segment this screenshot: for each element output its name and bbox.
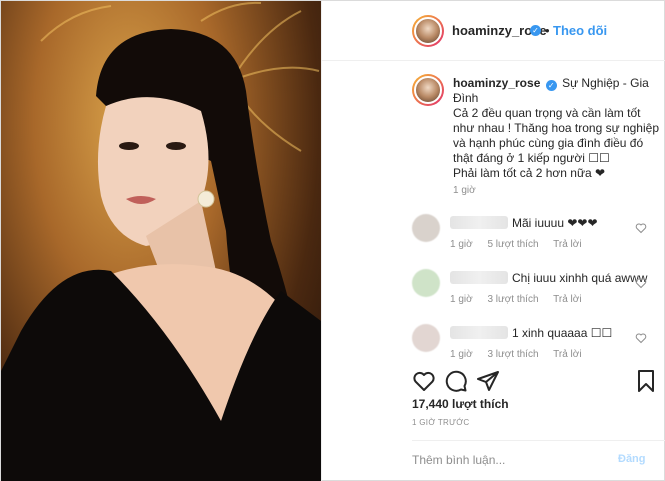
post-actions — [412, 369, 662, 395]
comments-list: hoaminzy_rose ✓ Sự Nghiệp - Gia Đình Cả … — [322, 62, 665, 359]
commenter-avatar[interactable] — [412, 214, 440, 242]
photo-illustration — [1, 1, 321, 481]
comment-text: Chị iuuu xinhh quá awww — [512, 271, 648, 285]
comment-input[interactable] — [412, 451, 612, 469]
comment-heart-icon[interactable] — [635, 332, 647, 344]
caption-time: 1 giờ — [453, 185, 476, 196]
commenter-username-blurred[interactable] — [450, 271, 508, 284]
comment-time: 1 giờ — [450, 239, 473, 250]
comment-text: 1 xinh quaaaa ☐☐ — [512, 326, 613, 340]
verified-badge-icon: ✓ — [530, 25, 541, 36]
comment-likes[interactable]: 3 lượt thích — [487, 349, 538, 359]
author-avatar[interactable] — [412, 15, 444, 47]
comment-meta: 1 giờ 3 lượt thích Trả lời — [450, 294, 594, 305]
commenter-avatar[interactable] — [412, 269, 440, 297]
likes-count[interactable]: 17,440 lượt thích — [412, 397, 509, 411]
verified-badge-icon: ✓ — [545, 80, 557, 91]
comment-likes[interactable]: 3 lượt thích — [487, 294, 538, 305]
caption-username[interactable]: hoaminzy_rose — [453, 76, 540, 90]
heart-icon[interactable] — [412, 369, 436, 393]
caption-text: hoaminzy_rose ✓ Sự Nghiệp - Gia Đình Cả … — [453, 76, 661, 181]
comment-time: 1 giờ — [450, 349, 473, 359]
commenter-avatar[interactable] — [412, 324, 440, 352]
comment-meta: 1 giờ 3 lượt thích Trả lời — [450, 349, 594, 359]
caption-line: Cả 2 đều quan trọng và cần làm tốt — [453, 106, 641, 120]
commenter-username-blurred[interactable] — [450, 326, 508, 339]
post-side-panel: hoaminzy_rose ✓ • Theo dõi hoaminzy_rose… — [321, 1, 665, 481]
comment-item: 1 xinh quaaaa ☐☐ 1 giờ 3 lượt thích Trả … — [412, 324, 665, 359]
comment-item: Mãi iuuuu ❤❤❤ 1 giờ 5 lượt thích Trả lời — [412, 214, 665, 264]
comment-likes[interactable]: 5 lượt thích — [487, 239, 538, 250]
comment-item: Chị iuuu xinhh quá awww 1 giờ 3 lượt thí… — [412, 269, 665, 319]
comment-heart-icon[interactable] — [635, 277, 647, 289]
instagram-post: hoaminzy_rose ✓ • Theo dõi hoaminzy_rose… — [0, 0, 665, 481]
bookmark-icon[interactable] — [634, 369, 658, 393]
caption-line: thật đáng ở 1 kiếp người ☐☐ — [453, 151, 610, 165]
reply-button[interactable]: Trả lời — [553, 349, 581, 359]
comment-heart-icon[interactable] — [635, 222, 647, 234]
reply-button[interactable]: Trả lời — [553, 294, 581, 305]
comment-text: Mãi iuuuu ❤❤❤ — [512, 216, 598, 230]
post-header: hoaminzy_rose ✓ • Theo dõi — [322, 1, 665, 61]
post-comment-button[interactable]: Đăng — [618, 453, 646, 465]
reply-button[interactable]: Trả lời — [553, 239, 581, 250]
caption-line: và hạnh phúc cùng gia đình điều đó — [453, 136, 644, 150]
comment-meta: 1 giờ 5 lượt thích Trả lời — [450, 239, 594, 250]
caption-author-avatar[interactable] — [412, 74, 444, 106]
comment-time: 1 giờ — [450, 294, 473, 305]
add-comment-bar: Đăng — [412, 440, 665, 481]
comment-icon[interactable] — [444, 369, 468, 393]
share-icon[interactable] — [476, 369, 500, 393]
post-timestamp: 1 GIỜ TRƯỚC — [412, 418, 470, 427]
caption-line: như nhau ! Thăng hoa trong sự nghiệp — [453, 121, 659, 135]
commenter-username-blurred[interactable] — [450, 216, 508, 229]
follow-button[interactable]: Theo dõi — [553, 23, 607, 38]
post-photo[interactable] — [1, 1, 321, 481]
separator-dot: • — [545, 23, 550, 38]
caption-line: Phải làm tốt cả 2 hơn nữa ❤ — [453, 166, 606, 180]
